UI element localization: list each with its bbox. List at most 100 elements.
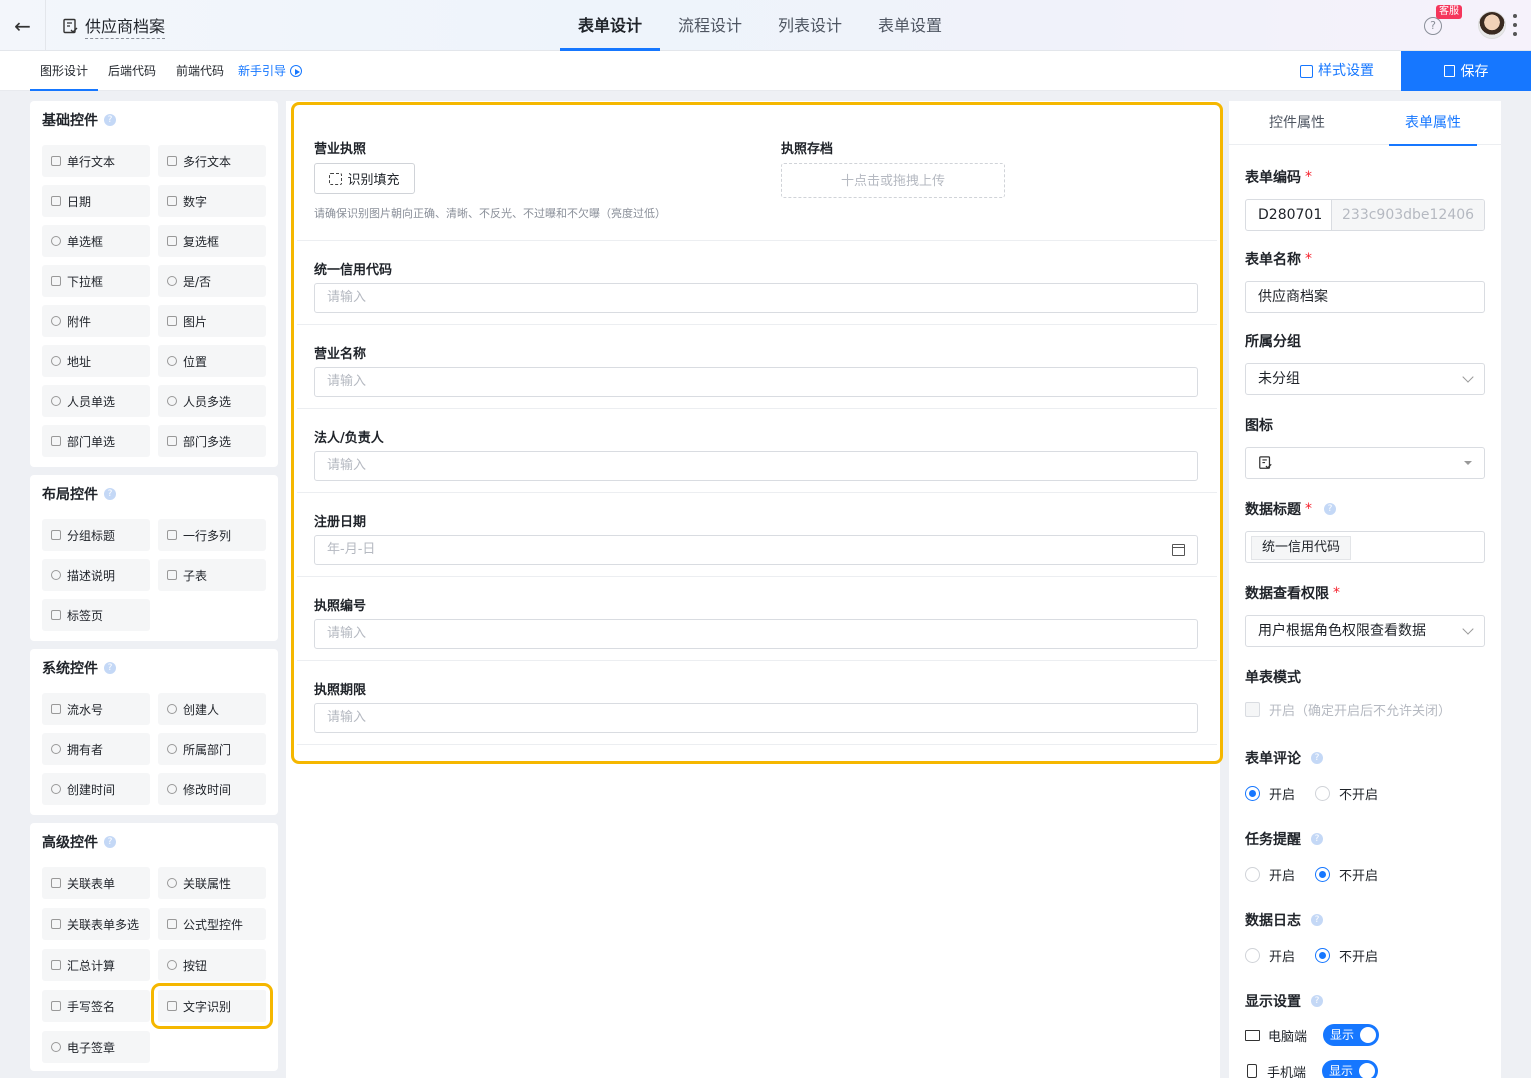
ctl-image[interactable]: 图片 bbox=[158, 305, 266, 337]
ctl-owner[interactable]: 拥有者 bbox=[42, 733, 150, 765]
save-button[interactable]: 保存 bbox=[1401, 51, 1531, 91]
single-mode-checkbox[interactable] bbox=[1245, 702, 1260, 717]
ctl-description[interactable]: 描述说明 bbox=[42, 559, 150, 591]
app-title[interactable]: 供应商档案 bbox=[62, 13, 166, 39]
tab-form-properties[interactable]: 表单属性 bbox=[1365, 101, 1501, 146]
question-icon[interactable]: ? bbox=[1311, 752, 1323, 764]
kefu-badge[interactable]: 客服 bbox=[1436, 5, 1462, 19]
tab-flow-design[interactable]: 流程设计 bbox=[660, 0, 760, 51]
ctl-address[interactable]: 地址 bbox=[42, 345, 150, 377]
reminder-on-radio[interactable]: 开启 bbox=[1245, 865, 1295, 884]
data-title-field[interactable]: 统一信用代码 bbox=[1245, 531, 1485, 563]
help-icon[interactable]: ? bbox=[1424, 17, 1442, 35]
ctl-linked-form-multi[interactable]: 关联表单多选 bbox=[42, 908, 150, 940]
barcode-icon bbox=[51, 704, 61, 714]
row-credit-code[interactable]: 统一信用代码 请输入 bbox=[297, 241, 1217, 325]
ctl-dept-multi[interactable]: 部门多选 bbox=[158, 425, 266, 457]
question-icon[interactable]: ? bbox=[104, 114, 116, 126]
icon-select[interactable] bbox=[1245, 447, 1485, 479]
ocr-fill-button[interactable]: 识别填充 bbox=[314, 163, 415, 194]
ctl-multi-line-text[interactable]: 多行文本 bbox=[158, 145, 266, 177]
reminder-label: 任务提醒 bbox=[1245, 832, 1301, 848]
ctl-subtable[interactable]: 子表 bbox=[158, 559, 266, 591]
ctl-number[interactable]: 数字 bbox=[158, 185, 266, 217]
group-select[interactable]: 未分组 bbox=[1245, 363, 1485, 395]
question-icon[interactable]: ? bbox=[104, 662, 116, 674]
ctl-department[interactable]: 所属部门 bbox=[158, 733, 266, 765]
ctl-formula[interactable]: 公式型控件 bbox=[158, 908, 266, 940]
ctl-serial-number[interactable]: 流水号 bbox=[42, 693, 150, 725]
tab-form-settings[interactable]: 表单设置 bbox=[860, 0, 960, 51]
ctl-user-multi[interactable]: 人员多选 bbox=[158, 385, 266, 417]
row-business-name[interactable]: 营业名称 请输入 bbox=[297, 325, 1217, 409]
register-date-input[interactable]: 年-月-日 bbox=[314, 535, 1198, 565]
question-icon[interactable]: ? bbox=[104, 836, 116, 848]
license-number-input[interactable]: 请输入 bbox=[314, 619, 1198, 649]
ctl-multi-column[interactable]: 一行多列 bbox=[158, 519, 266, 551]
ctl-modified-time[interactable]: 修改时间 bbox=[158, 773, 266, 805]
calendar-icon[interactable] bbox=[1172, 544, 1185, 556]
comments-on-radio[interactable]: 开启 bbox=[1245, 784, 1295, 803]
ctl-yes-no[interactable]: 是/否 bbox=[158, 265, 266, 297]
ctl-date[interactable]: 日期 bbox=[42, 185, 150, 217]
log-off-radio[interactable]: 不开启 bbox=[1315, 946, 1378, 965]
tab-control-properties[interactable]: 控件属性 bbox=[1229, 101, 1365, 144]
question-icon[interactable]: ? bbox=[1324, 503, 1336, 515]
guide-link[interactable]: 新手引导 bbox=[238, 51, 303, 91]
design-mode-tabs: 图形设计 后端代码 前端代码 新手引导 bbox=[30, 51, 303, 91]
ctl-signature[interactable]: 手写签名 bbox=[42, 990, 150, 1022]
ctl-dept-single[interactable]: 部门单选 bbox=[42, 425, 150, 457]
comments-off-radio[interactable]: 不开启 bbox=[1315, 784, 1378, 803]
ctl-e-seal[interactable]: 电子签章 bbox=[42, 1031, 150, 1063]
tab-list-design[interactable]: 列表设计 bbox=[760, 0, 860, 51]
view-permission-select[interactable]: 用户根据角色权限查看数据 bbox=[1245, 615, 1485, 647]
data-title-tag[interactable]: 统一信用代码 bbox=[1251, 536, 1352, 560]
row-license-number[interactable]: 执照编号 请输入 bbox=[297, 577, 1217, 661]
upload-area[interactable]: 十点击或拖拽上传 bbox=[781, 163, 1005, 198]
group-title: 系统控件? bbox=[42, 659, 266, 677]
tab-backend-code[interactable]: 后端代码 bbox=[98, 51, 166, 91]
avatar[interactable] bbox=[1478, 11, 1506, 39]
pc-display-switch[interactable]: 显示 bbox=[1323, 1024, 1380, 1046]
form-code-field[interactable]: D280701 233c903dbe12406 bbox=[1245, 199, 1485, 231]
tab-graphic-design[interactable]: 图形设计 bbox=[30, 51, 99, 91]
ctl-attachment[interactable]: 附件 bbox=[42, 305, 150, 337]
row-license-term[interactable]: 执照期限 请输入 bbox=[297, 661, 1217, 745]
ctl-linked-form[interactable]: 关联表单 bbox=[42, 867, 150, 899]
reminder-off-radio[interactable]: 不开启 bbox=[1315, 865, 1378, 884]
license-term-input[interactable]: 请输入 bbox=[314, 703, 1198, 733]
log-on-radio[interactable]: 开启 bbox=[1245, 946, 1295, 965]
ctl-radio[interactable]: 单选框 bbox=[42, 225, 150, 257]
ctl-dropdown[interactable]: 下拉框 bbox=[42, 265, 150, 297]
question-icon[interactable]: ? bbox=[1311, 833, 1323, 845]
row-license[interactable]: 营业执照 识别填充 请确保识别图片朝向正确、清晰、不反光、不过曝和不欠曝（亮度过… bbox=[297, 105, 1217, 241]
ctl-location[interactable]: 位置 bbox=[158, 345, 266, 377]
row-legal-person[interactable]: 法人/负责人 请输入 bbox=[297, 409, 1217, 493]
ctl-group-title[interactable]: 分组标题 bbox=[42, 519, 150, 551]
mobile-display-switch[interactable]: 显示 bbox=[1322, 1060, 1379, 1078]
ctl-creator[interactable]: 创建人 bbox=[158, 693, 266, 725]
business-name-input[interactable]: 请输入 bbox=[314, 367, 1198, 397]
back-button[interactable]: ← bbox=[0, 0, 46, 51]
ctl-checkbox[interactable]: 复选框 bbox=[158, 225, 266, 257]
ctl-button[interactable]: 按钮 bbox=[158, 949, 266, 981]
ctl-created-time[interactable]: 创建时间 bbox=[42, 773, 150, 805]
legal-person-input[interactable]: 请输入 bbox=[314, 451, 1198, 481]
ctl-summary[interactable]: 汇总计算 bbox=[42, 949, 150, 981]
question-icon[interactable]: ? bbox=[1311, 914, 1323, 926]
ctl-ocr[interactable]: 文字识别 bbox=[151, 983, 273, 1029]
question-icon[interactable]: ? bbox=[1311, 995, 1323, 1007]
row-register-date[interactable]: 注册日期 年-月-日 bbox=[297, 493, 1217, 577]
question-icon[interactable]: ? bbox=[104, 488, 116, 500]
tab-form-design[interactable]: 表单设计 bbox=[560, 0, 661, 51]
form-name-input[interactable]: 供应商档案 bbox=[1245, 281, 1485, 313]
more-vertical-icon[interactable] bbox=[1512, 14, 1518, 36]
ctl-user-single[interactable]: 人员单选 bbox=[42, 385, 150, 417]
ctl-linked-attribute[interactable]: 关联属性 bbox=[158, 867, 266, 899]
ctl-single-line-text[interactable]: 单行文本 bbox=[42, 145, 150, 177]
form-code-label: 表单编码 bbox=[1245, 170, 1301, 186]
credit-code-input[interactable]: 请输入 bbox=[314, 283, 1198, 313]
tab-frontend-code[interactable]: 前端代码 bbox=[166, 51, 234, 91]
style-settings-button[interactable]: 样式设置 bbox=[1300, 51, 1374, 91]
ctl-tab-page[interactable]: 标签页 bbox=[42, 599, 150, 631]
